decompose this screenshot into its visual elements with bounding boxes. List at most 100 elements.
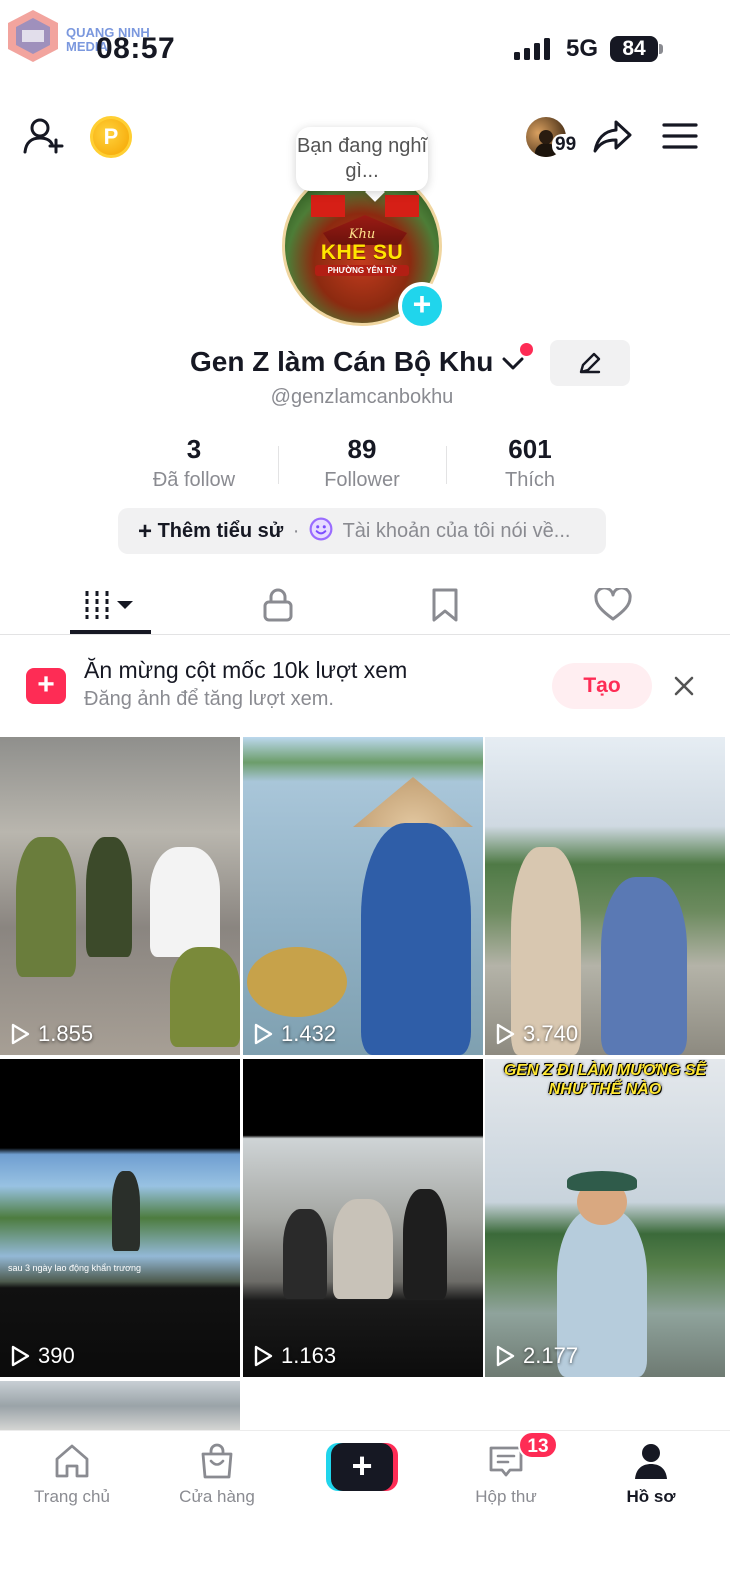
play-icon: [254, 1345, 273, 1367]
menu-icon[interactable]: [662, 120, 698, 152]
videos-grid-icon: [85, 591, 133, 619]
nav-label: Hồ sơ: [626, 1487, 676, 1506]
battery-icon: 84: [610, 36, 658, 62]
view-count: 1.855: [10, 1021, 93, 1047]
heart-icon: [594, 588, 632, 621]
video-caption: sau 3 ngày lao động khẩn trương: [8, 1263, 142, 1273]
tab-liked[interactable]: [522, 580, 704, 630]
battery-tip: [659, 44, 663, 54]
video-thumbnail[interactable]: [0, 1381, 240, 1431]
nav-label: Hộp thư: [475, 1487, 537, 1506]
add-story-button[interactable]: +: [398, 282, 446, 330]
thumbnail-figure: [16, 837, 76, 977]
lock-icon: [263, 588, 293, 622]
share-icon[interactable]: [592, 116, 634, 156]
nav-label: Trang chủ: [34, 1487, 110, 1506]
flag-icon: [385, 195, 419, 217]
video-thumbnail[interactable]: 1.855: [0, 737, 240, 1055]
play-icon: [496, 1023, 515, 1045]
add-friend-icon[interactable]: [22, 116, 66, 156]
bio-add-label: Thêm tiểu sử: [157, 520, 284, 542]
tab-private[interactable]: [187, 580, 369, 630]
stat-value: 601: [508, 434, 552, 464]
notification-count: 99: [552, 134, 580, 156]
video-thumbnail[interactable]: 1.432: [243, 737, 483, 1055]
nav-home[interactable]: Trang chủ: [12, 1441, 132, 1507]
create-video-button[interactable]: +: [326, 1443, 398, 1491]
play-icon: [496, 1345, 515, 1367]
thumbnail-image: [0, 1381, 240, 1431]
signal-icon: [514, 38, 550, 60]
video-thumbnail[interactable]: GEN Z ĐI LÀM MƯƠNG SẼ NHƯ THẾ NÀO 2.177: [485, 1059, 725, 1377]
play-icon: [254, 1023, 273, 1045]
notification-dot: [520, 343, 533, 356]
add-bio-button[interactable]: + Thêm tiểu sử · Tài khoản của tôi nói v…: [118, 508, 606, 554]
video-thumbnail[interactable]: sau 3 ngày lao động khẩn trương 390: [0, 1059, 240, 1377]
video-caption: GEN Z ĐI LÀM MƯƠNG SẼ NHƯ THẾ NÀO: [503, 1062, 707, 1098]
nav-profile[interactable]: Hồ sơ: [591, 1441, 711, 1507]
plus-icon: +: [331, 1443, 393, 1491]
video-thumbnail[interactable]: 3.740: [485, 737, 725, 1055]
watermark-logo: [8, 10, 58, 62]
profile-handle: @genzlamcanbokhu: [270, 386, 454, 408]
network-type: 5G: [566, 35, 599, 62]
profile-icon: [635, 1444, 667, 1479]
close-icon[interactable]: [672, 674, 696, 698]
stat-value: 89: [347, 434, 377, 464]
divider: [446, 446, 447, 484]
milestone-subtitle: Đăng ảnh để tăng lượt xem.: [84, 688, 334, 710]
avatar-script: Khu: [348, 227, 376, 242]
thumbnail-figure: [170, 947, 240, 1047]
stat-value: 3: [186, 434, 202, 464]
nav-label: Cửa hàng: [179, 1487, 255, 1506]
coin-icon[interactable]: P: [90, 116, 132, 158]
plus-icon: +: [138, 518, 153, 545]
milestone-title: Ăn mừng cột mốc 10k lượt xem: [84, 657, 408, 683]
tab-videos[interactable]: [20, 580, 202, 630]
view-count: 1.163: [253, 1343, 336, 1369]
status-time: 08:57: [96, 32, 176, 65]
shopping-bag-icon: [201, 1443, 233, 1479]
nav-shop[interactable]: Cửa hàng: [157, 1441, 277, 1507]
stat-label: Đã follow: [152, 469, 236, 491]
stat-label: Thích: [504, 469, 556, 491]
status-bubble[interactable]: Bạn đang nghĩ gì...: [296, 127, 428, 191]
edit-profile-button[interactable]: [550, 340, 630, 386]
profile-name[interactable]: Gen Z làm Cán Bộ Khu: [190, 346, 493, 378]
thumbnail-figure: [601, 877, 687, 1055]
bottom-nav: Trang chủ Cửa hàng + Hộp thư 13 Hồ sơ: [0, 1430, 730, 1582]
view-count: 2.177: [495, 1343, 578, 1369]
tab-saved[interactable]: [354, 580, 536, 630]
plus-square-icon: +: [26, 668, 66, 704]
play-icon: [11, 1345, 30, 1367]
home-icon: [55, 1444, 89, 1478]
flag-icon: [311, 195, 345, 217]
divider: [0, 634, 730, 635]
separator-dot: ·: [292, 520, 300, 542]
pencil-icon: [579, 352, 601, 374]
chevron-down-icon[interactable]: [500, 354, 526, 374]
smile-icon: [309, 517, 333, 541]
thumbnail-figure: [333, 1199, 393, 1299]
inbox-badge: 13: [518, 1431, 558, 1459]
view-count-value: 2.177: [523, 1343, 579, 1368]
avatar-subtitle: PHƯỜNG YÊN TỬ: [315, 265, 409, 276]
divider: [278, 446, 279, 484]
stat-label: Follower: [324, 469, 400, 491]
video-thumbnail[interactable]: 1.163: [243, 1059, 483, 1377]
view-count-value: 390: [38, 1343, 75, 1368]
stat-following[interactable]: 3 Đã follow: [114, 434, 274, 492]
thumbnail-figure: [86, 837, 132, 957]
view-count-value: 1.855: [38, 1021, 94, 1046]
thumbnail-figure: [112, 1171, 140, 1251]
avatar-title: KHE SU: [320, 241, 404, 264]
thumbnail-basin: [247, 947, 347, 1017]
view-count: 3.740: [495, 1021, 578, 1047]
thumbnail-hat: [567, 1171, 637, 1191]
play-icon: [11, 1023, 30, 1045]
stat-likes[interactable]: 601 Thích: [450, 434, 610, 492]
stat-followers[interactable]: 89 Follower: [282, 434, 442, 492]
thumbnail-figure: [283, 1209, 327, 1299]
create-button[interactable]: Tạo: [552, 663, 652, 709]
view-count-value: 1.432: [281, 1021, 337, 1046]
